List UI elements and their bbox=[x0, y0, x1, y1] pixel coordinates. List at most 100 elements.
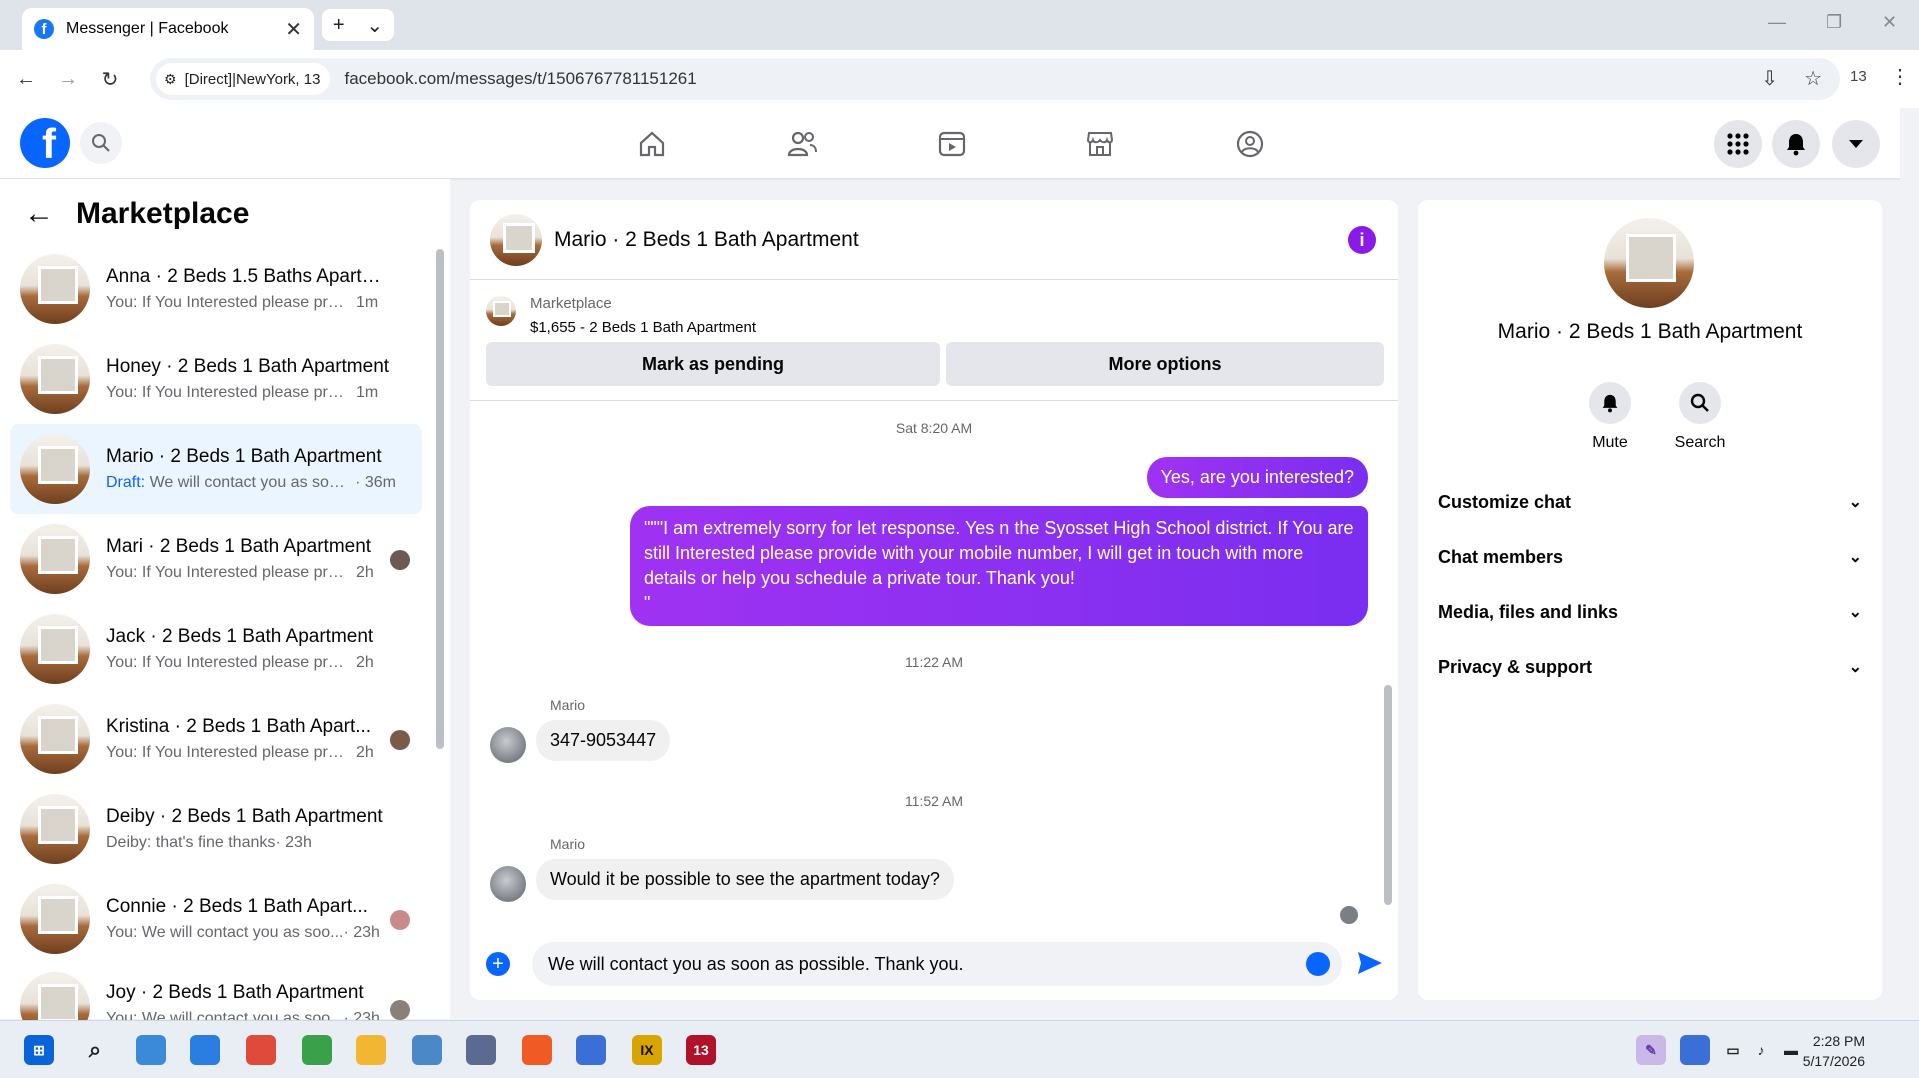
browser-menu-icon[interactable]: ⋮ bbox=[1890, 64, 1910, 89]
timestamp: Sat 8:20 AM bbox=[895, 420, 973, 436]
privacy-support-row[interactable]: Privacy & support ⌄ bbox=[1438, 649, 1862, 685]
chat-title[interactable]: Mario · 2 Beds 1 Bath Apartment bbox=[554, 228, 859, 252]
avatar bbox=[20, 884, 90, 954]
outgoing-message[interactable]: Yes, are you interested? bbox=[1146, 457, 1368, 498]
mark-as-pending-button[interactable]: Mark as pending bbox=[486, 342, 940, 386]
customize-chat-row[interactable]: Customize chat ⌄ bbox=[1438, 484, 1862, 520]
media-files-links-row[interactable]: Media, files and links ⌄ bbox=[1438, 594, 1862, 630]
nav-home[interactable] bbox=[630, 122, 674, 166]
extension-badge[interactable]: 13 bbox=[1850, 68, 1867, 85]
section-label: Chat members bbox=[1438, 546, 1564, 567]
chat-header: Mario · 2 Beds 1 Bath Apartment i bbox=[470, 200, 1398, 280]
menu-grid-button[interactable] bbox=[1714, 120, 1762, 168]
conversation-item[interactable]: Honey · 2 Beds 1 Bath Apartment You: If … bbox=[10, 334, 422, 424]
back-arrow-icon[interactable]: ← bbox=[24, 197, 54, 231]
conversation-item[interactable]: Jack · 2 Beds 1 Bath Apartment You: If Y… bbox=[10, 604, 422, 694]
more-options-button[interactable]: More options bbox=[946, 342, 1384, 386]
volume-icon[interactable]: ♪ bbox=[1746, 1035, 1776, 1065]
app-icon[interactable] bbox=[302, 1035, 332, 1065]
chat-scrollbar[interactable] bbox=[1384, 685, 1392, 905]
emoji-icon[interactable] bbox=[1306, 952, 1330, 976]
facebook-search-button[interactable] bbox=[80, 122, 122, 164]
bookmark-star-icon[interactable]: ☆ bbox=[1804, 66, 1822, 91]
back-icon[interactable]: ← bbox=[10, 63, 42, 95]
address-bar-row: ← → ↻ ⚙ [Direct]|NewYork, 13 facebook.co… bbox=[0, 50, 1919, 108]
notifications-button[interactable] bbox=[1772, 120, 1820, 168]
windows-start-icon[interactable]: ⊞ bbox=[24, 1035, 54, 1065]
avatar bbox=[20, 434, 90, 504]
grid-menu-icon bbox=[1727, 133, 1749, 155]
profile-browser-icon[interactable]: 13 bbox=[686, 1035, 716, 1065]
app-icon[interactable] bbox=[136, 1035, 166, 1065]
mute-button[interactable]: Mute bbox=[1570, 382, 1650, 452]
search-label: Search bbox=[1674, 434, 1726, 451]
browser-tab[interactable]: f Messenger | Facebook ✕ bbox=[22, 8, 314, 50]
conversation-time: 1m bbox=[356, 294, 379, 311]
nav-friends[interactable] bbox=[780, 122, 824, 166]
info-icon[interactable]: i bbox=[1348, 226, 1376, 254]
tab-search-icon[interactable]: ⌄ bbox=[366, 13, 383, 38]
conversation-item[interactable]: Anna · 2 Beds 1.5 Baths Apartme... You: … bbox=[10, 244, 422, 334]
network-icon[interactable]: ▭ bbox=[1718, 1035, 1748, 1065]
snipping-tool-icon[interactable] bbox=[246, 1035, 276, 1065]
site-info-chip[interactable]: ⚙ [Direct]|NewYork, 13 bbox=[156, 63, 331, 95]
restore-icon[interactable]: ❐ bbox=[1826, 12, 1842, 33]
app-icon[interactable] bbox=[412, 1035, 442, 1065]
details-avatar[interactable] bbox=[1604, 218, 1694, 308]
new-tab-icon[interactable]: + bbox=[333, 14, 345, 37]
sidebar-scrollbar[interactable] bbox=[436, 249, 444, 749]
system-clock[interactable]: 2:28 PM 5/17/2026 bbox=[1803, 1031, 1865, 1071]
search-icon[interactable]: ⌕ bbox=[80, 1035, 110, 1065]
pen-icon[interactable]: ✎ bbox=[1636, 1035, 1666, 1065]
message-input[interactable] bbox=[532, 942, 1342, 986]
incoming-message[interactable]: 347-9053447 bbox=[536, 720, 671, 761]
conversation-item[interactable]: Mari · 2 Beds 1 Bath Apartment You: If Y… bbox=[10, 514, 422, 604]
nav-gaming[interactable] bbox=[1228, 122, 1272, 166]
close-window-icon[interactable]: ✕ bbox=[1882, 12, 1897, 33]
mute-bell-icon bbox=[1589, 382, 1631, 424]
facebook-logo-icon[interactable]: f bbox=[20, 118, 70, 168]
conversation-item-active[interactable]: Mario · 2 Beds 1 Bath Apartment Draft: W… bbox=[10, 424, 422, 514]
listing-actions: Mark as pending More options bbox=[486, 342, 1384, 386]
app-icon[interactable] bbox=[466, 1035, 496, 1065]
conversation-time: · 23h bbox=[343, 924, 380, 941]
search-in-chat-button[interactable]: Search bbox=[1660, 382, 1740, 452]
page-scrollbar[interactable] bbox=[1900, 108, 1919, 1020]
forward-icon[interactable]: → bbox=[52, 63, 84, 95]
conversation-name: Connie · 2 Beds 1 Bath Apart... bbox=[106, 896, 368, 917]
file-explorer-icon[interactable] bbox=[356, 1035, 386, 1065]
conversation-item[interactable]: Connie · 2 Beds 1 Bath Apart... You: We … bbox=[10, 874, 422, 964]
chat-details-panel: Mario · 2 Beds 1 Bath Apartment Mute Sea… bbox=[1418, 200, 1882, 1000]
conversation-item[interactable]: Kristina · 2 Beds 1 Bath Apart... You: I… bbox=[10, 694, 422, 784]
brave-browser-icon[interactable] bbox=[522, 1035, 552, 1065]
conversation-item[interactable]: Joy · 2 Beds 1 Bath Apartment You: We wi… bbox=[10, 964, 422, 1024]
windows-taskbar: ⊞ ⌕ IX 13 ✎ ▭ ♪ ▬ 2:28 PM 5/17/2026 bbox=[0, 1020, 1919, 1078]
reload-icon[interactable]: ↻ bbox=[94, 63, 126, 95]
outgoing-message[interactable]: """I am extremely sorry for let response… bbox=[630, 506, 1368, 626]
chat-avatar[interactable] bbox=[490, 213, 542, 266]
sender-avatar[interactable] bbox=[490, 866, 526, 902]
search-icon bbox=[92, 134, 110, 152]
marketplace-listing[interactable]: Marketplace $1,655 - 2 Beds 1 Bath Apart… bbox=[470, 280, 1398, 340]
add-attachment-icon[interactable]: + bbox=[486, 952, 510, 976]
minimize-icon[interactable]: — bbox=[1768, 12, 1786, 33]
conversation-item[interactable]: Deiby · 2 Beds 1 Bath Apartment Deiby: t… bbox=[10, 784, 422, 874]
avatar bbox=[20, 524, 90, 594]
install-app-icon[interactable]: ⇩ bbox=[1761, 66, 1778, 91]
url-text[interactable]: facebook.com/messages/t/1506767781151261 bbox=[344, 69, 696, 89]
account-button[interactable] bbox=[1832, 120, 1880, 168]
nav-watch[interactable] bbox=[930, 122, 974, 166]
vpn-app-icon[interactable] bbox=[576, 1035, 606, 1065]
browser-app-icon[interactable] bbox=[190, 1035, 220, 1065]
send-icon[interactable] bbox=[1356, 950, 1384, 976]
app-icon[interactable]: IX bbox=[632, 1035, 662, 1065]
sender-avatar[interactable] bbox=[490, 727, 526, 763]
conversation-snippet: You: If You Interested please provi... bbox=[106, 384, 346, 401]
close-tab-icon[interactable]: ✕ bbox=[285, 17, 302, 42]
battery-icon[interactable]: ▬ bbox=[1776, 1035, 1806, 1065]
vpn-tray-icon[interactable] bbox=[1680, 1035, 1710, 1065]
nav-marketplace[interactable] bbox=[1078, 122, 1122, 166]
chat-members-row[interactable]: Chat members ⌄ bbox=[1438, 539, 1862, 575]
omnibox[interactable]: ⚙ [Direct]|NewYork, 13 facebook.com/mess… bbox=[150, 58, 1840, 100]
incoming-message[interactable]: Would it be possible to see the apartmen… bbox=[536, 859, 954, 900]
